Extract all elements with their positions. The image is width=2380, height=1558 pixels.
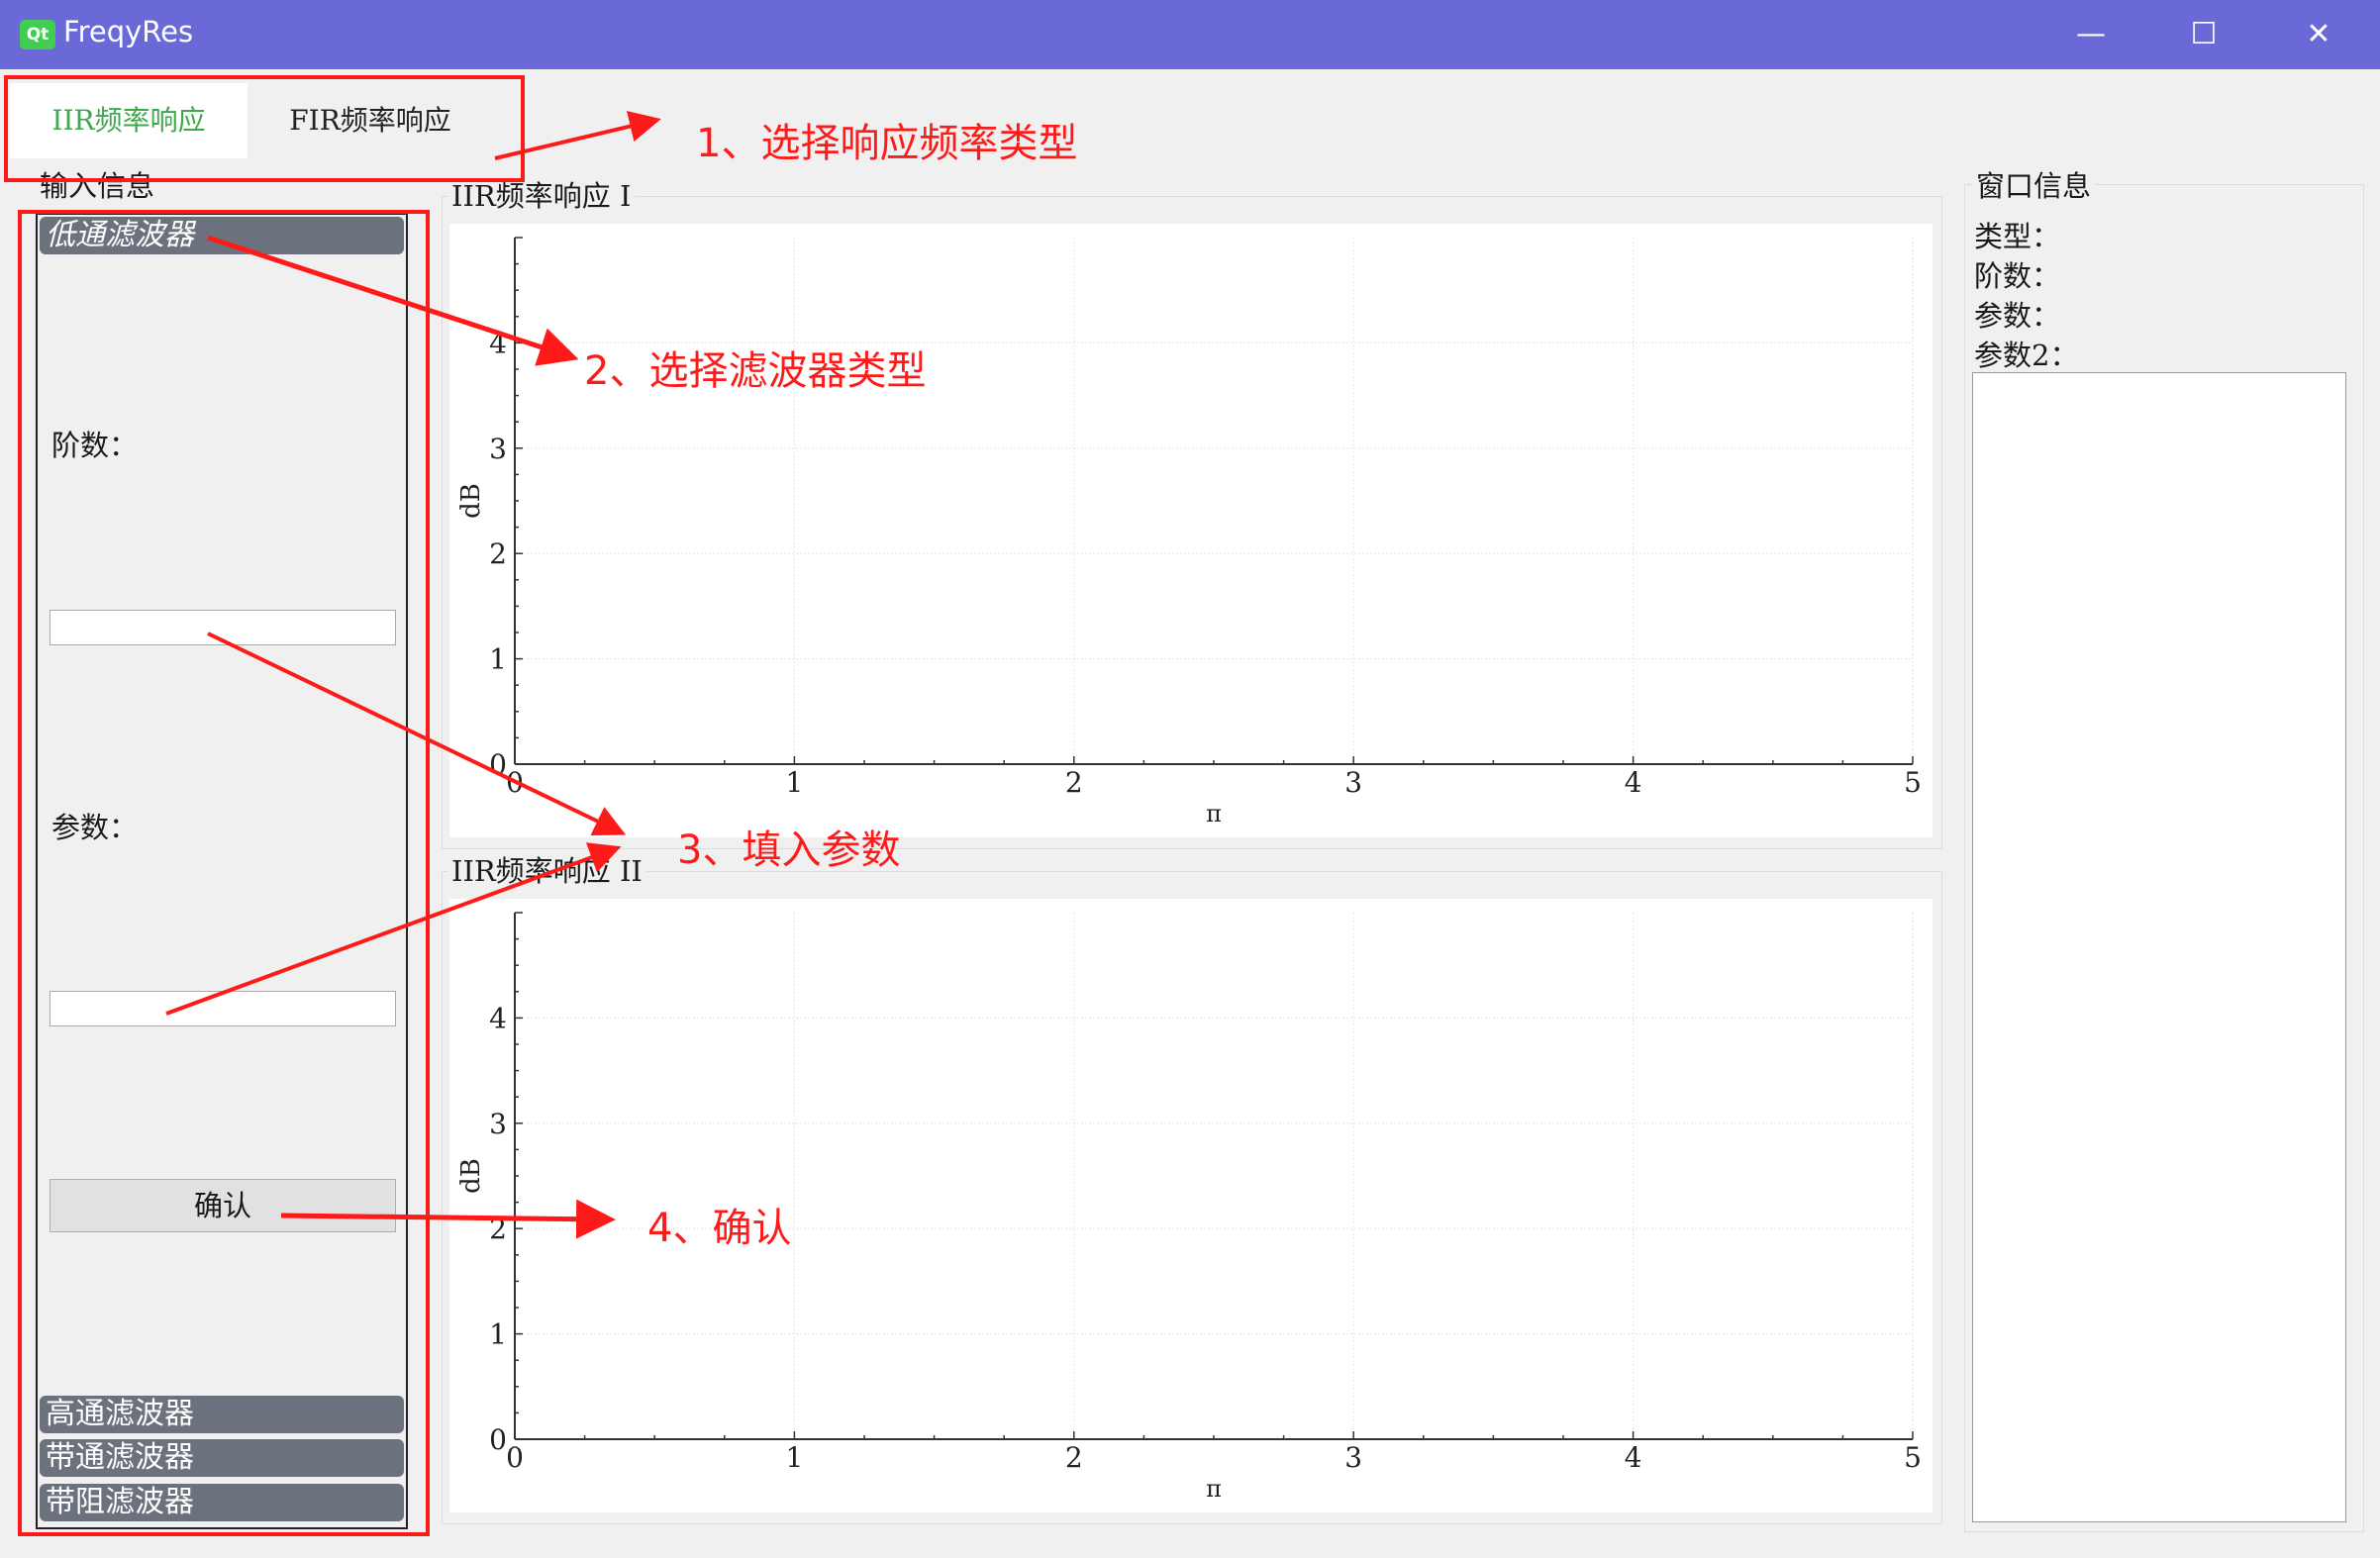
arrow-step2	[207, 235, 579, 366]
arrow-step1	[494, 110, 661, 160]
arrow-step4	[280, 1199, 616, 1239]
arrow-step3a	[207, 632, 627, 835]
arrow-step3b	[165, 842, 622, 1016]
annotation-arrows	[165, 110, 661, 1239]
